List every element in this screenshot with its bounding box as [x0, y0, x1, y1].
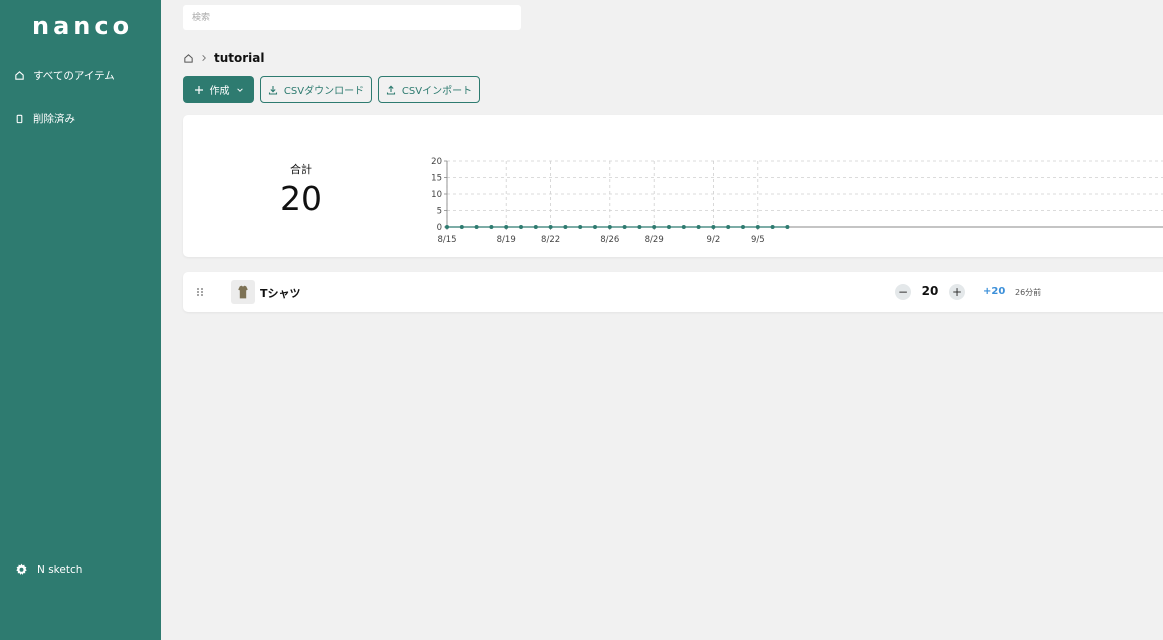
data-point — [681, 225, 686, 229]
quantity-delta: +20 — [983, 286, 1006, 297]
data-point — [607, 225, 612, 229]
data-point — [504, 225, 509, 229]
data-point — [755, 225, 760, 229]
data-point — [489, 225, 494, 229]
data-point — [622, 225, 627, 229]
csv-import-button[interactable]: CSVインポート — [378, 76, 480, 103]
data-point — [593, 225, 597, 229]
item-thumbnail — [231, 280, 255, 304]
data-point — [637, 225, 642, 229]
item-name[interactable]: Tシャツ — [260, 285, 301, 301]
create-button-label: 作成 — [209, 86, 230, 97]
chevron-down-icon — [236, 87, 243, 92]
x-tick-label: 9/5 — [751, 235, 765, 245]
y-tick-label: 5 — [437, 207, 442, 217]
home-icon[interactable] — [183, 53, 194, 64]
total-value: 20 — [280, 179, 322, 218]
csv-download-button[interactable]: CSVダウンロード — [260, 76, 372, 103]
data-point — [474, 225, 479, 229]
data-point — [533, 225, 538, 229]
sidebar-item-all-items[interactable]: すべてのアイテム — [14, 68, 115, 83]
data-point — [563, 225, 568, 229]
trash-icon — [16, 114, 23, 124]
chevron-right-icon — [202, 55, 206, 61]
sidebar-item-label: すべてのアイテム — [33, 70, 115, 82]
y-tick-label: 10 — [431, 190, 442, 200]
sidebar: nanco すべてのアイテム 削除済み N sketch — [0, 0, 161, 640]
x-tick-label: 9/2 — [707, 235, 721, 245]
sidebar-item-label: 削除済み — [33, 113, 75, 125]
increment-button[interactable]: + — [949, 284, 965, 300]
data-point — [741, 225, 745, 229]
decrement-button[interactable]: − — [895, 284, 911, 300]
y-tick-label: 0 — [437, 223, 442, 233]
home-icon — [15, 71, 24, 80]
data-point — [726, 225, 731, 229]
plus-icon — [194, 85, 203, 94]
inventory-line-chart: 0 5 10 15 20 8/15 8/19 8/22 8/26 8/29 9/2 9/5 — [431, 157, 1163, 245]
sidebar-item-settings[interactable]: N sketch — [15, 563, 82, 576]
data-point — [785, 225, 790, 229]
list-item[interactable]: Tシャツ − 20 + +20 26分前 — [183, 272, 1163, 312]
data-point — [696, 225, 701, 229]
data-point — [770, 225, 775, 229]
breadcrumb-current: tutorial — [214, 51, 265, 65]
total-label: 合計 — [290, 163, 312, 176]
data-point — [667, 225, 671, 229]
sidebar-item-deleted[interactable]: 削除済み — [14, 111, 75, 126]
settings-label: N sketch — [37, 563, 83, 576]
data-point — [519, 225, 523, 229]
summary-card: 合計 20 0 5 10 15 20 8/15 8/19 8/22 8/26 8/29 9/2 9/5 — [183, 115, 1163, 257]
updated-time: 26分前 — [1015, 288, 1042, 297]
search-input[interactable] — [183, 5, 521, 30]
x-tick-label: 8/22 — [541, 235, 560, 245]
x-tick-label: 8/26 — [600, 235, 619, 245]
x-tick-label: 8/29 — [645, 235, 664, 245]
csv-download-label: CSVダウンロード — [283, 86, 365, 97]
gear-icon — [16, 563, 27, 575]
item-quantity: 20 — [921, 284, 939, 298]
tshirt-icon — [238, 285, 248, 299]
upload-icon — [386, 85, 395, 95]
x-tick-label: 8/19 — [497, 235, 516, 245]
y-tick-label: 20 — [431, 157, 442, 167]
data-point — [652, 225, 657, 229]
create-button[interactable]: 作成 — [183, 76, 254, 103]
data-point — [711, 225, 716, 229]
data-point — [548, 225, 553, 229]
data-point — [578, 225, 583, 229]
data-point — [445, 225, 449, 229]
data-point — [459, 225, 464, 229]
y-tick-label: 15 — [431, 174, 442, 184]
csv-import-label: CSVインポート — [401, 86, 473, 97]
breadcrumb: tutorial — [183, 51, 265, 65]
drag-handle-icon[interactable] — [196, 287, 204, 297]
app-logo[interactable]: nanco — [32, 12, 133, 40]
download-icon — [268, 85, 277, 95]
x-tick-label: 8/15 — [437, 235, 456, 245]
